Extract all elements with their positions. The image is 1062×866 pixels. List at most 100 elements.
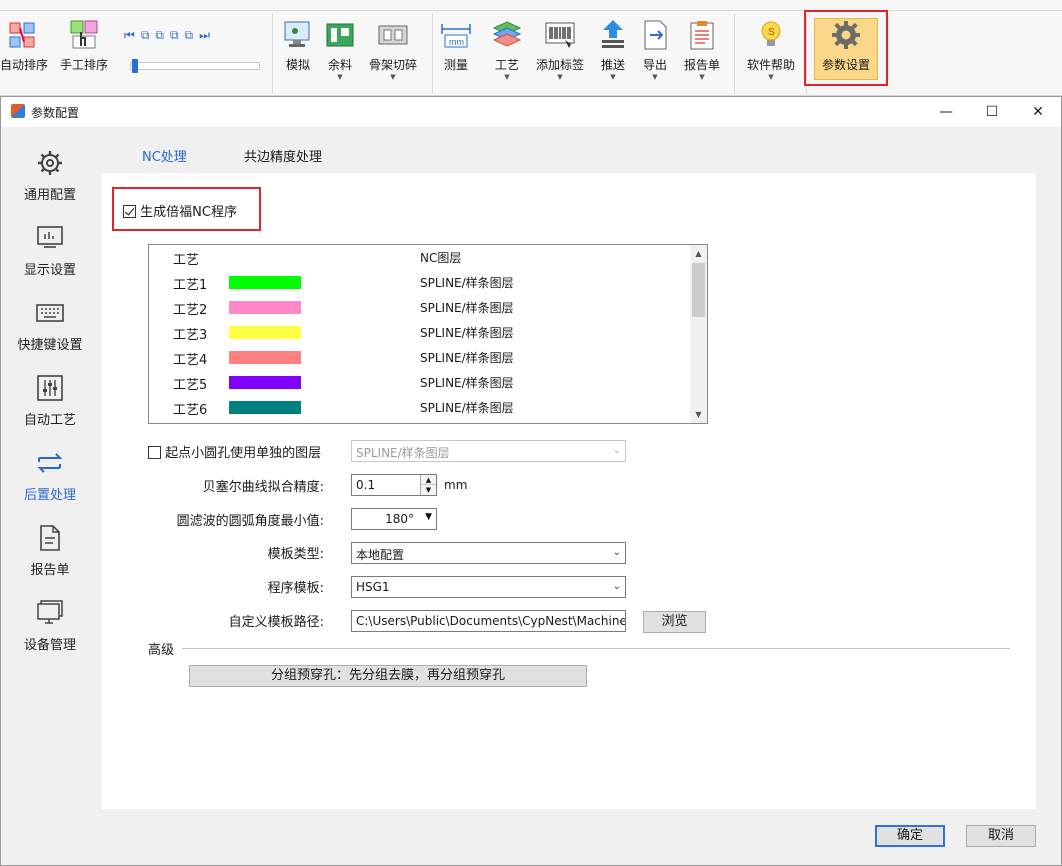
- skeleton-cut-icon: [376, 18, 410, 52]
- program-template-label: 程序模板:: [267, 581, 324, 596]
- small-hole-label: 起点小圆孔使用单独的图层: [165, 446, 322, 461]
- template-type-select[interactable]: 本地配置 ⌄: [351, 542, 626, 564]
- cancel-button[interactable]: 取消: [966, 825, 1036, 847]
- scroll-up-icon[interactable]: ▲: [690, 245, 707, 262]
- manual-sort-button[interactable]: 手工排序: [56, 18, 112, 73]
- row-nc-layer[interactable]: SPLINE/样条图层: [420, 324, 514, 341]
- lightbulb-icon: S: [754, 18, 788, 52]
- table-scrollbar[interactable]: ▲ ▼: [690, 245, 707, 423]
- manual-sort-icon: [67, 18, 101, 52]
- tab-nc-processing[interactable]: NC处理: [130, 146, 199, 175]
- ok-button[interactable]: 确定: [875, 825, 945, 847]
- row-color-swatch: [229, 276, 301, 289]
- sidebar-item-shortcuts[interactable]: 快捷键设置: [1, 298, 99, 353]
- last-step-icon[interactable]: ⏭: [199, 28, 216, 42]
- sidebar-item-display[interactable]: 显示设置: [1, 223, 99, 278]
- custom-path-input[interactable]: C:\Users\Public\Documents\CypNest\Machin…: [351, 610, 626, 632]
- group-prepierce-button[interactable]: 分组预穿孔：先分组去膜，再分组预穿孔: [189, 665, 587, 687]
- table-row[interactable]: 工艺5 SPLINE/样条图层: [149, 370, 691, 395]
- chevron-down-icon[interactable]: ⌄: [613, 547, 621, 558]
- report-button[interactable]: 报告单 ▼: [680, 18, 724, 81]
- simulate-button[interactable]: 模拟: [278, 18, 318, 73]
- settings-gear-icon: [829, 18, 863, 52]
- row-nc-layer[interactable]: SPLINE/样条图层: [420, 274, 514, 291]
- small-hole-check-icon[interactable]: [148, 446, 161, 459]
- sidebar-item-general[interactable]: 通用配置: [1, 148, 99, 203]
- small-hole-checkbox[interactable]: 起点小圆孔使用单独的图层: [148, 442, 321, 461]
- ribbon-separator-3: [734, 14, 735, 94]
- step-forward-icon[interactable]: ⧉: [185, 28, 200, 42]
- spin-buttons[interactable]: ▲ ▼: [420, 475, 436, 495]
- process-layer-table[interactable]: 工艺 NC图层 工艺1 SPLINE/样条图层 工艺2 SPLINE/样条图层 …: [148, 244, 708, 424]
- bezier-precision-value[interactable]: 0.1: [356, 478, 375, 492]
- table-row[interactable]: 工艺6 SPLINE/样条图层: [149, 395, 691, 420]
- process-button[interactable]: 工艺 ▼: [490, 18, 524, 81]
- row-process-name: 工艺1: [173, 278, 208, 293]
- slider-thumb[interactable]: [132, 59, 138, 73]
- table-row[interactable]: 工艺1 SPLINE/样条图层: [149, 270, 691, 295]
- auto-sort-label: 自动排序: [0, 58, 49, 72]
- skeleton-cut-dropdown-icon[interactable]: ▼: [364, 73, 422, 81]
- param-settings-content[interactable]: 参数设置: [814, 18, 878, 73]
- row-process-name: 工艺5: [173, 378, 208, 393]
- measure-button[interactable]: mm 测量: [438, 18, 474, 73]
- sort-step-controls[interactable]: ⏮⧉⧉⧉⧉⏭: [124, 28, 216, 43]
- custom-path-value[interactable]: C:\Users\Public\Documents\CypNest\Machin…: [356, 614, 625, 628]
- sort-progress-slider[interactable]: [130, 59, 260, 73]
- gen-multi-nc-checkbox[interactable]: 生成倍福NC程序: [123, 201, 237, 220]
- report-dropdown-icon[interactable]: ▼: [680, 73, 724, 81]
- add-label-button[interactable]: 添加标签 ▼: [532, 18, 588, 81]
- row-nc-layer[interactable]: SPLINE/样条图层: [420, 349, 514, 366]
- push-dropdown-icon[interactable]: ▼: [596, 73, 630, 81]
- remnant-dropdown-icon[interactable]: ▼: [322, 73, 358, 81]
- remnant-button[interactable]: 余料 ▼: [322, 18, 358, 81]
- gen-multi-nc-check-icon[interactable]: [123, 205, 136, 218]
- close-button[interactable]: ✕: [1015, 101, 1061, 123]
- spin-down-icon[interactable]: ▼: [421, 485, 436, 495]
- export-dropdown-icon[interactable]: ▼: [638, 73, 672, 81]
- measure-label: 测量: [443, 58, 468, 72]
- auto-sort-button[interactable]: 自动排序: [0, 18, 49, 73]
- step-icon[interactable]: ⧉: [155, 28, 170, 42]
- push-label: 推送: [600, 58, 625, 72]
- table-row[interactable]: 工艺4 SPLINE/样条图层: [149, 345, 691, 370]
- svg-text:S: S: [768, 27, 775, 38]
- scroll-thumb[interactable]: [692, 263, 705, 317]
- process-dropdown-icon[interactable]: ▼: [490, 73, 524, 81]
- skeleton-cut-button[interactable]: 骨架切碎 ▼: [364, 18, 422, 81]
- ribbon-top-line: [0, 10, 1062, 11]
- barcode-icon: [543, 18, 577, 52]
- push-button[interactable]: 推送 ▼: [596, 18, 630, 81]
- table-row[interactable]: 工艺2 SPLINE/样条图层: [149, 295, 691, 320]
- chevron-down-icon[interactable]: ⌄: [613, 581, 621, 592]
- clipboard-icon: [685, 18, 719, 52]
- bezier-precision-stepper[interactable]: 0.1 ▲ ▼: [351, 474, 437, 496]
- sidebar-item-label: 自动工艺: [23, 413, 76, 428]
- spin-up-icon[interactable]: ▲: [421, 475, 436, 485]
- row-color-swatch: [229, 376, 301, 389]
- software-help-dropdown-icon[interactable]: ▼: [742, 73, 800, 81]
- row-process-name: 工艺3: [173, 328, 208, 343]
- table-row[interactable]: 工艺3 SPLINE/样条图层: [149, 320, 691, 345]
- row-nc-layer[interactable]: SPLINE/样条图层: [420, 399, 514, 416]
- browse-button[interactable]: 浏览: [643, 611, 706, 633]
- step-icon-2[interactable]: ⧉: [170, 28, 185, 42]
- software-help-button[interactable]: S 软件帮助 ▼: [742, 18, 800, 81]
- maximize-button[interactable]: ☐: [969, 101, 1015, 123]
- row-nc-layer[interactable]: SPLINE/样条图层: [420, 299, 514, 316]
- arc-filter-select[interactable]: 180° ▼: [351, 508, 437, 530]
- scroll-down-icon[interactable]: ▼: [690, 406, 707, 423]
- row-nc-layer[interactable]: SPLINE/样条图层: [420, 374, 514, 391]
- template-type-value: 本地配置: [356, 548, 405, 562]
- minimize-button[interactable]: —: [923, 101, 969, 123]
- program-template-select[interactable]: HSG1 ⌄: [351, 576, 626, 598]
- display-icon: [35, 223, 65, 253]
- tab-common-edge-precision[interactable]: 共边精度处理: [244, 146, 322, 165]
- step-back-icon[interactable]: ⧉: [141, 28, 156, 42]
- export-button[interactable]: 导出 ▼: [638, 18, 672, 81]
- add-label-dropdown-icon[interactable]: ▼: [532, 73, 588, 81]
- sidebar-item-auto-process[interactable]: 自动工艺: [1, 373, 99, 428]
- dropdown-triangle-icon[interactable]: ▼: [425, 512, 432, 522]
- dialog-titlebar[interactable]: 参数配置 — ☐ ✕: [1, 97, 1061, 127]
- first-step-icon[interactable]: ⏮: [124, 28, 141, 42]
